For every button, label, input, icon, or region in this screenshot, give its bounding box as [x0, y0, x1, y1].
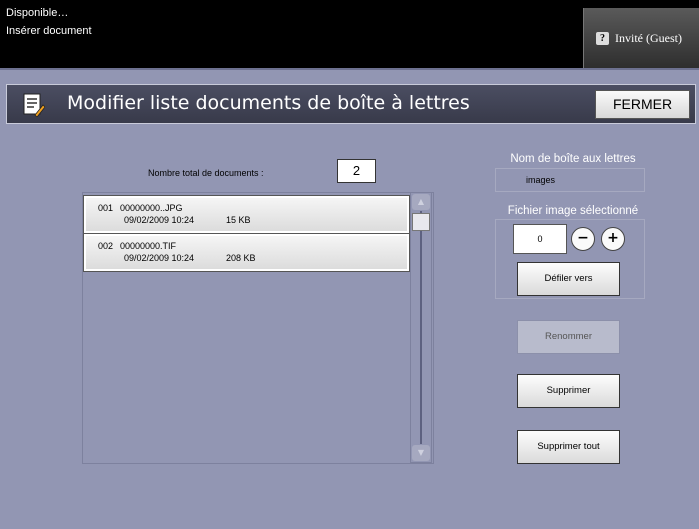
mailbox-name-label: Nom de boîte aux lettres: [510, 153, 636, 165]
scroll-down-icon[interactable]: ▼: [412, 445, 430, 461]
status-subtext: Insérer document: [6, 25, 92, 37]
status-text: Disponible…: [6, 7, 69, 19]
document-count-value: 2: [337, 159, 376, 183]
list-item[interactable]: 001 00000000..JPG 09/02/2009 10:24 15 KB: [83, 195, 410, 234]
delete-button[interactable]: Supprimer: [517, 374, 620, 408]
list-item[interactable]: 002 00000000.TIF 09/02/2009 10:24 208 KB: [83, 233, 410, 272]
user-key-icon: ?: [596, 31, 609, 45]
status-bar: Disponible… Insérer document ? Invité (G…: [0, 0, 699, 68]
list-scrollbar[interactable]: ▲ ▼: [410, 192, 432, 463]
user-button[interactable]: ? Invité (Guest): [583, 8, 699, 68]
item-datetime: 09/02/2009 10:24: [124, 215, 195, 225]
item-datetime: 09/02/2009 10:24: [124, 253, 195, 263]
scroll-track: [420, 211, 422, 444]
item-size: 208 KB: [226, 253, 256, 263]
item-number: 002: [98, 241, 114, 251]
plus-button[interactable]: +: [601, 227, 625, 251]
divider: [0, 68, 699, 70]
document-edit-icon: [23, 93, 45, 117]
close-button[interactable]: FERMER: [595, 90, 690, 119]
header-bar: Modifier liste documents de boîte à lett…: [6, 84, 696, 124]
delete-all-button[interactable]: Supprimer tout: [517, 430, 620, 464]
selected-image-value[interactable]: 0: [513, 224, 567, 254]
user-label: Invité (Guest): [615, 30, 682, 45]
mailbox-name-value: images: [526, 175, 556, 185]
document-count-label: Nombre total de documents :: [148, 168, 264, 178]
rename-button[interactable]: Renommer: [517, 320, 620, 354]
scroll-up-icon[interactable]: ▲: [412, 194, 430, 210]
document-list: 001 00000000..JPG 09/02/2009 10:24 15 KB …: [82, 192, 434, 464]
page-title: Modifier liste documents de boîte à lett…: [67, 92, 470, 114]
item-number: 001: [98, 203, 114, 213]
scroll-thumb[interactable]: [412, 213, 430, 231]
scroll-to-button[interactable]: Défiler vers: [517, 262, 620, 296]
item-name: 00000000..JPG: [120, 203, 183, 213]
item-size: 15 KB: [226, 215, 251, 225]
mailbox-name-field: images: [495, 168, 645, 192]
selected-image-label: Fichier image sélectionné: [507, 205, 639, 217]
minus-button[interactable]: −: [571, 227, 595, 251]
item-name: 00000000.TIF: [120, 241, 177, 251]
